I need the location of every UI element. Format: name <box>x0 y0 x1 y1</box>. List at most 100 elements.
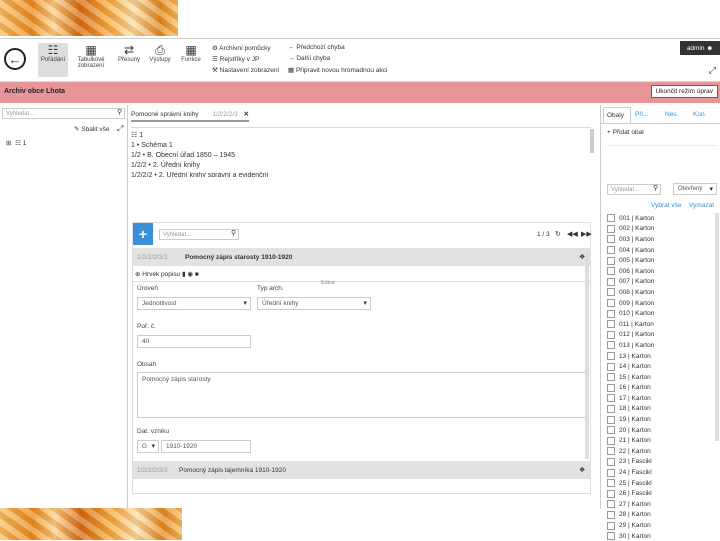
box-list-item[interactable]: 010 | Karton <box>607 308 719 319</box>
box-checkbox[interactable] <box>607 246 615 255</box>
date-input[interactable]: 1910-1920 <box>161 440 251 453</box>
box-list-item[interactable]: 20 | Karton <box>607 425 719 436</box>
box-list-item[interactable]: 21 | Karton <box>607 435 719 446</box>
toolbar-button-outputs[interactable]: ⎙ Výstupy <box>146 43 174 64</box>
lock-icon[interactable]: ▮ <box>182 271 186 278</box>
search-icon[interactable]: ⚲ <box>653 184 658 192</box>
box-list-item[interactable]: 18 | Karton <box>607 404 719 415</box>
box-list-item[interactable]: 26 | Fascikl <box>607 488 719 499</box>
box-list-item[interactable]: 27 | Karton <box>607 499 719 510</box>
box-checkbox[interactable] <box>607 214 615 223</box>
select-all-link[interactable]: Vybrat vše <box>651 202 681 209</box>
toolbar-button-functions[interactable]: ▦ Funkce <box>178 43 204 63</box>
box-checkbox[interactable] <box>607 436 615 445</box>
link-archival-aids[interactable]: ⚙ Archivní pomůcky <box>212 44 271 52</box>
box-list-item[interactable]: 003 | Karton <box>607 234 719 245</box>
exit-edit-mode-button[interactable]: Ukončit režim úprav <box>650 85 718 98</box>
box-checkbox[interactable] <box>607 383 615 392</box>
search-icon[interactable]: ⚲ <box>117 108 122 116</box>
record-header-1[interactable]: 1/2/2/2/3/1 Pomocný zápis starosty 1910-… <box>133 248 590 266</box>
toolbar-button-arrangement[interactable]: ☷ Pořádání <box>38 43 68 77</box>
box-list-item[interactable]: 25 | Fascikl <box>607 478 719 489</box>
search-icon[interactable]: ⚲ <box>231 229 236 237</box>
back-button[interactable]: ← <box>4 48 26 70</box>
box-checkbox[interactable] <box>607 500 615 509</box>
deselect-link[interactable]: Vymazat <box>689 202 714 209</box>
box-list-item[interactable]: 004 | Karton <box>607 245 719 256</box>
box-list-item[interactable]: 005 | Karton <box>607 255 719 266</box>
box-checkbox[interactable] <box>607 457 615 466</box>
record-scrollbar[interactable] <box>585 253 589 459</box>
box-checkbox[interactable] <box>607 352 615 361</box>
level-select[interactable]: Jednotlivost <box>137 297 251 310</box>
box-checkbox[interactable] <box>607 373 615 382</box>
box-checkbox[interactable] <box>607 341 615 350</box>
box-checkbox[interactable] <box>607 267 615 276</box>
box-list-item[interactable]: 011 | Karton <box>607 319 719 330</box>
eye-icon[interactable]: ◉ <box>187 271 193 278</box>
breadcrumb-item[interactable]: 1/2 • B. Obecní úřad 1850 – 1945 <box>131 152 591 159</box>
breadcrumb-item[interactable]: 1/2/2/2 • 2. Úřední knihy správní a evid… <box>131 172 591 177</box>
box-list-item[interactable]: 28 | Karton <box>607 510 719 521</box>
box-checkbox[interactable] <box>607 404 615 413</box>
box-list-item[interactable]: 14 | Karton <box>607 361 719 372</box>
tab-unassigned[interactable]: Nes. <box>665 111 678 118</box>
type-select[interactable]: Úřední knihy <box>257 297 371 310</box>
link-next-error[interactable]: → Další chyba <box>288 55 330 62</box>
box-checkbox[interactable] <box>607 510 615 519</box>
box-list-item[interactable]: 002 | Karton <box>607 224 719 235</box>
box-list-item[interactable]: 23 | Fascikl <box>607 457 719 468</box>
box-list-item[interactable]: 006 | Karton <box>607 266 719 277</box>
box-checkbox[interactable] <box>607 309 615 318</box>
toolbar-button-table-view[interactable]: ▦ Tabulkové zobrazení <box>74 43 108 69</box>
next-icon[interactable]: ▶▶ <box>581 230 592 238</box>
box-list-item[interactable]: 13 | Karton <box>607 351 719 362</box>
box-list-item[interactable]: 30 | Karton <box>607 531 719 541</box>
box-list-item[interactable]: 008 | Karton <box>607 287 719 298</box>
box-checkbox[interactable] <box>607 362 615 371</box>
user-menu[interactable]: admin ☻ <box>680 41 720 55</box>
box-list-item[interactable]: 012 | Karton <box>607 330 719 341</box>
breadcrumb-item[interactable]: ☷ 1 <box>131 131 591 139</box>
toolbar-button-moves[interactable]: ⇄ Přesuny <box>115 43 143 63</box>
prev-icon[interactable]: ◀◀ <box>567 230 578 238</box>
add-box-button[interactable]: + Přidat obal <box>607 129 644 136</box>
box-list-item[interactable]: 29 | Karton <box>607 520 719 531</box>
add-record-button[interactable]: + <box>133 223 153 245</box>
box-list-item[interactable]: 15 | Karton <box>607 372 719 383</box>
collapse-all-button[interactable]: ✎ Sbalit vše <box>74 125 109 133</box>
box-list-item[interactable]: 009 | Karton <box>607 298 719 309</box>
box-list-item[interactable]: 013 | Karton <box>607 340 719 351</box>
box-list-item[interactable]: 17 | Karton <box>607 393 719 404</box>
record-search-input[interactable]: Vyhledat... <box>159 229 239 240</box>
box-checkbox[interactable] <box>607 299 615 308</box>
box-list-item[interactable]: 001 | Karton <box>607 213 719 224</box>
box-list-item[interactable]: 22 | Karton <box>607 446 719 457</box>
box-filter-select[interactable]: Otevřený <box>673 183 717 195</box>
expand-toggle-icon[interactable]: ⊞ <box>6 140 11 147</box>
tab-boxes[interactable]: Obaly <box>603 107 631 123</box>
tree-node-root[interactable]: ⊞ ☷ 1 <box>6 139 26 147</box>
breadcrumb-item[interactable]: 1 • Schéma 1 <box>131 142 591 149</box>
link-previous-error[interactable]: ← Předchozí chyba <box>288 44 345 51</box>
box-checkbox[interactable] <box>607 256 615 265</box>
add-description-button[interactable]: ⊕ Hrvek popisu ▮ ◉ ■ <box>135 270 199 278</box>
box-checkbox[interactable] <box>607 468 615 477</box>
tab-attachments[interactable]: Při... <box>635 111 648 118</box>
fullscreen-icon[interactable]: ⤢ <box>117 124 123 134</box>
info-icon[interactable]: ❖ <box>579 466 585 474</box>
box-checkbox[interactable] <box>607 479 615 488</box>
box-list-item[interactable]: 19 | Karton <box>607 414 719 425</box>
link-registers[interactable]: ☰ Rejstříky v JP <box>212 55 259 63</box>
box-checkbox[interactable] <box>607 394 615 403</box>
box-checkbox[interactable] <box>607 447 615 456</box>
box-checkbox[interactable] <box>607 235 615 244</box>
trash-icon[interactable]: ■ <box>195 271 199 278</box>
tree-search-input[interactable]: Vyhledat... <box>2 108 125 119</box>
refresh-icon[interactable]: ↻ <box>555 230 561 238</box>
box-list-scrollbar[interactable] <box>715 213 719 441</box>
box-checkbox[interactable] <box>607 426 615 435</box>
position-input[interactable]: 40 <box>137 335 251 348</box>
date-type-select[interactable]: G <box>137 440 159 453</box>
close-tab-icon[interactable]: ✕ <box>244 111 249 118</box>
